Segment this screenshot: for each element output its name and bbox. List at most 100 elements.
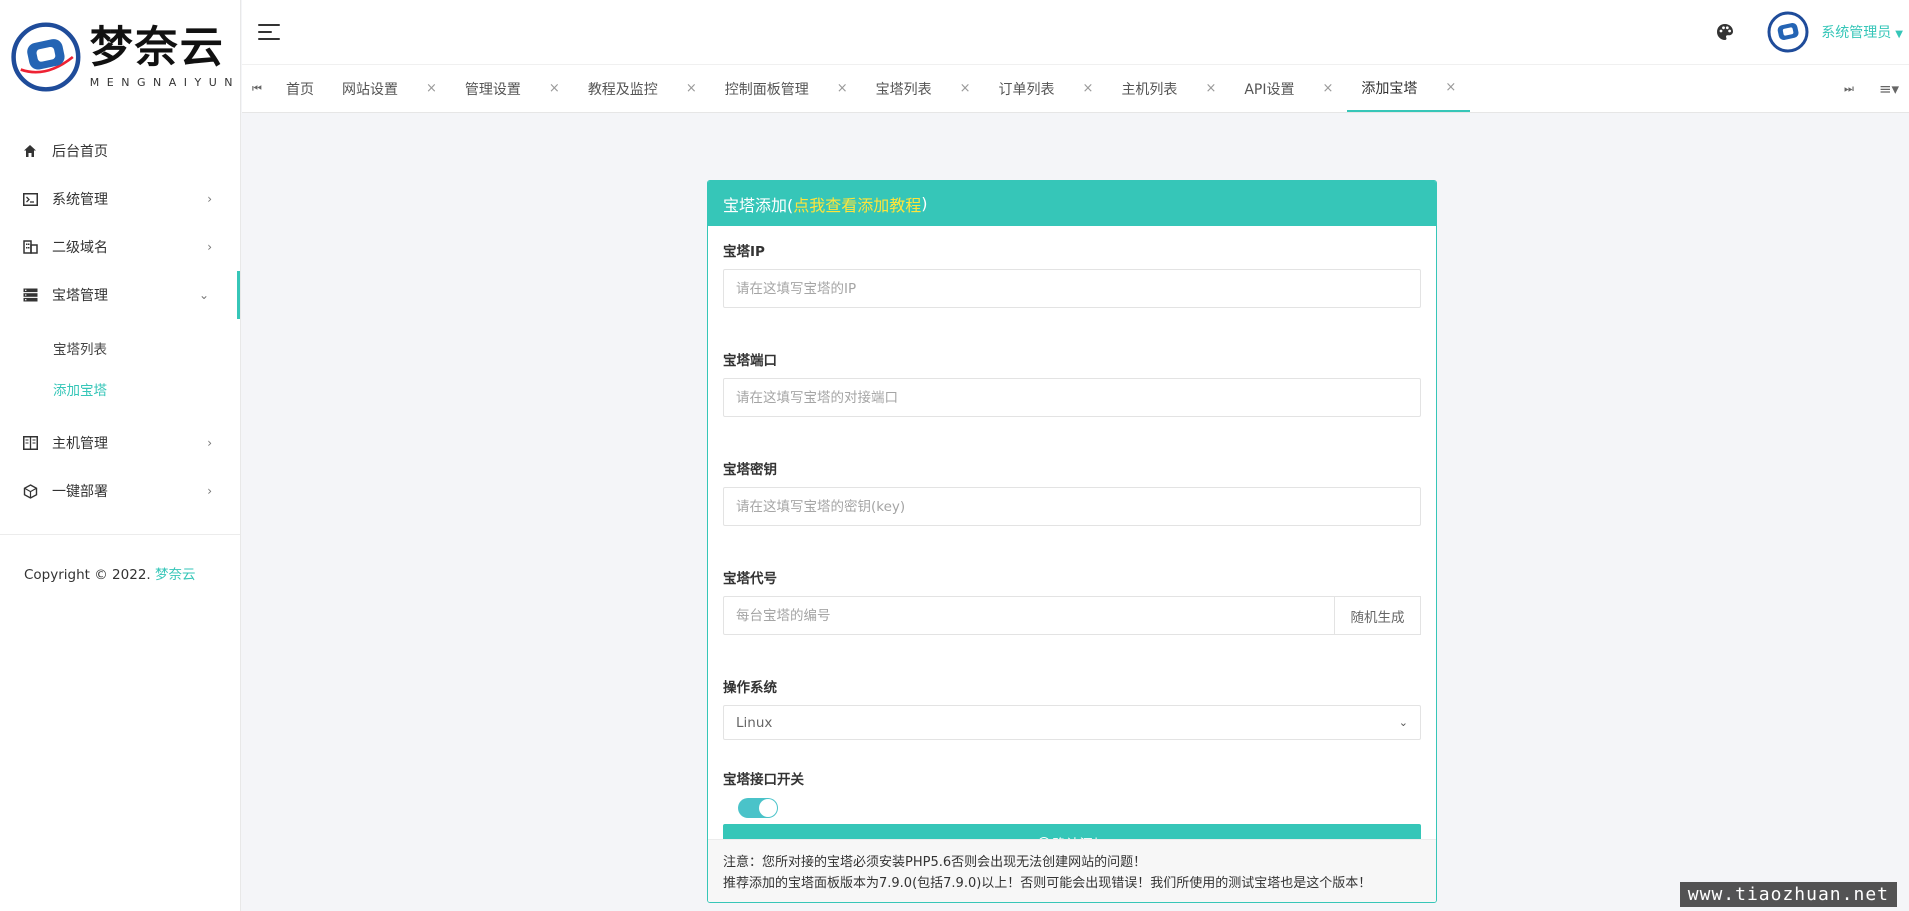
os-select[interactable]: Linux ⌄ [723,705,1421,740]
card-title-suffix: ) [921,194,928,213]
hamburger-menu-icon[interactable] [258,24,280,40]
copyright-brand-link[interactable]: 梦奈云 [155,567,196,583]
tab-label: 添加宝塔 [1361,80,1418,97]
card-footer-notes: 注意：您所对接的宝塔必须安装PHP5.6否则会出现无法创建网站的问题！ 推荐添加… [708,839,1436,902]
field-label: 宝塔代号 [723,571,777,587]
close-icon[interactable]: × [1083,81,1094,96]
api-switch-toggle[interactable] [738,798,778,818]
sidebar-item-label: 一键部署 [52,484,108,500]
sidebar-item-baota[interactable]: 宝塔管理 ⌄ [0,271,240,319]
cube-icon [22,483,38,499]
field-label: 宝塔接口开关 [723,772,804,788]
tab-label: 网站设置 [342,81,398,98]
key-input[interactable] [723,487,1421,526]
tab-label: 主机列表 [1121,81,1178,98]
close-icon[interactable]: × [1323,81,1334,96]
avatar[interactable] [1767,11,1809,53]
chevron-down-icon: ⌄ [1398,716,1408,729]
tab-label: 订单列表 [998,81,1055,98]
logo-mark-icon [11,21,81,92]
sidebar-item-dashboard[interactable]: 后台首页 [0,127,240,175]
tab-label: 宝塔列表 [875,81,932,98]
terminal-icon [22,191,38,207]
os-select-value: Linux [736,714,773,731]
field-code: 宝塔代号 随机生成 [723,569,1421,635]
logo[interactable]: 梦奈云 MENGNAIYUN [0,0,240,113]
port-input[interactable] [723,378,1421,417]
tab-list: 首页 网站设置 × 管理设置 × 教程及监控 × 控制面板管理 × 宝塔列表 × 订单列表… [272,65,1829,112]
card-body: 宝塔IP 宝塔端口 宝塔密钥 宝塔代号 随机生成 操作系统 Linux ⌄ [708,226,1436,862]
building-icon [22,239,38,255]
ip-input[interactable] [723,269,1421,308]
sidebar-item-host[interactable]: 主机管理 › [0,419,240,467]
field-label: 宝塔密钥 [723,462,777,478]
close-icon[interactable]: × [837,81,848,96]
user-menu[interactable]: 系统管理员 ▼ [1821,22,1903,42]
sidebar-item-system[interactable]: 系统管理 › [0,175,240,223]
chevron-down-icon: ⌄ [198,288,209,302]
copyright: Copyright © 2022. 梦奈云 [0,535,240,583]
tab-order-list[interactable]: 订单列表 × [985,65,1108,112]
chevron-right-icon: › [207,192,212,206]
sidebar-item-label: 二级域名 [52,240,108,256]
copyright-text: Copyright © 2022. [24,567,151,583]
tab-tutorial-monitor[interactable]: 教程及监控 × [574,65,711,112]
tab-admin-settings[interactable]: 管理设置 × [451,65,574,112]
sidebar-item-deploy[interactable]: 一键部署 › [0,467,240,515]
note-line-1: 注意：您所对接的宝塔必须安装PHP5.6否则会出现无法创建网站的问题！ [723,855,1147,870]
palette-icon[interactable] [1715,22,1735,42]
tab-bar: ⏮ 首页 网站设置 × 管理设置 × 教程及监控 × 控制面板管理 × 宝塔列表 × 订单… [242,64,1909,113]
logo-title: 梦奈云 [89,23,225,73]
tab-panel-management[interactable]: 控制面板管理 × [711,65,862,112]
field-os: 操作系统 Linux ⌄ [723,678,1421,740]
tab-baota-list[interactable]: 宝塔列表 × [862,65,985,112]
tab-bar-controls: ⏭ ≡▾ [1829,65,1909,112]
close-icon[interactable]: × [426,81,437,96]
user-name: 系统管理员 [1821,25,1892,41]
close-icon[interactable]: × [1205,81,1216,96]
code-input[interactable] [723,596,1335,635]
tab-host-list[interactable]: 主机列表 × [1107,65,1230,112]
field-switch: 宝塔接口开关 [723,770,1421,818]
top-header: 系统管理员 ▼ [242,0,1909,64]
close-icon[interactable]: × [1445,80,1456,95]
field-label: 宝塔端口 [723,353,777,369]
sidebar-menu: 后台首页 系统管理 › 二级域名 › 宝塔管理 ⌄ 宝塔列表 添加宝塔 主机管理… [0,127,240,515]
tab-home[interactable]: 首页 [272,65,328,112]
close-icon[interactable]: × [686,81,697,96]
tab-scroll-left-icon[interactable]: ⏮ [242,65,272,112]
tab-label: API设置 [1244,81,1295,98]
tab-menu-icon[interactable]: ≡▾ [1869,80,1909,98]
tutorial-link[interactable]: 点我查看添加教程 [793,192,921,216]
caret-down-icon: ▼ [1895,29,1903,40]
add-baota-card: 宝塔添加(点我查看添加教程) 宝塔IP 宝塔端口 宝塔密钥 宝塔代号 随机生成 … [707,180,1437,903]
sidebar-item-label: 后台首页 [52,144,108,160]
field-key: 宝塔密钥 [723,460,1421,526]
random-generate-button[interactable]: 随机生成 [1335,596,1421,635]
sidebar-item-subdomain[interactable]: 二级域名 › [0,223,240,271]
close-icon[interactable]: × [960,81,971,96]
tab-site-settings[interactable]: 网站设置 × [328,65,451,112]
sidebar-item-label: 宝塔管理 [52,288,108,304]
card-header: 宝塔添加(点我查看添加教程) [708,181,1436,226]
toggle-knob [759,799,777,817]
tab-add-baota[interactable]: 添加宝塔 × [1347,65,1471,112]
sidebar-subitem-baota-list[interactable]: 宝塔列表 [0,327,240,368]
tab-label: 控制面板管理 [724,81,809,98]
field-label: 操作系统 [723,680,777,696]
code-input-group: 随机生成 [723,596,1421,635]
card-title: 宝塔添加( [723,195,794,215]
tab-label: 教程及监控 [587,81,658,98]
tab-scroll-right-icon[interactable]: ⏭ [1829,65,1869,112]
book-icon [22,435,38,451]
sidebar-item-label: 主机管理 [52,436,108,452]
close-icon[interactable]: × [549,81,560,96]
field-port: 宝塔端口 [723,351,1421,417]
baota-submenu: 宝塔列表 添加宝塔 [0,319,240,419]
sidebar-subitem-add-baota[interactable]: 添加宝塔 [0,368,240,409]
server-icon [22,287,38,303]
logo-subtitle: MENGNAIYUN [89,76,240,89]
field-label: 宝塔IP [723,244,765,260]
note-line-2: 推荐添加的宝塔面板版本为7.9.0(包括7.9.0)以上！否则可能会出现错误！我… [723,876,1372,891]
tab-api-settings[interactable]: API设置 × [1230,65,1347,112]
